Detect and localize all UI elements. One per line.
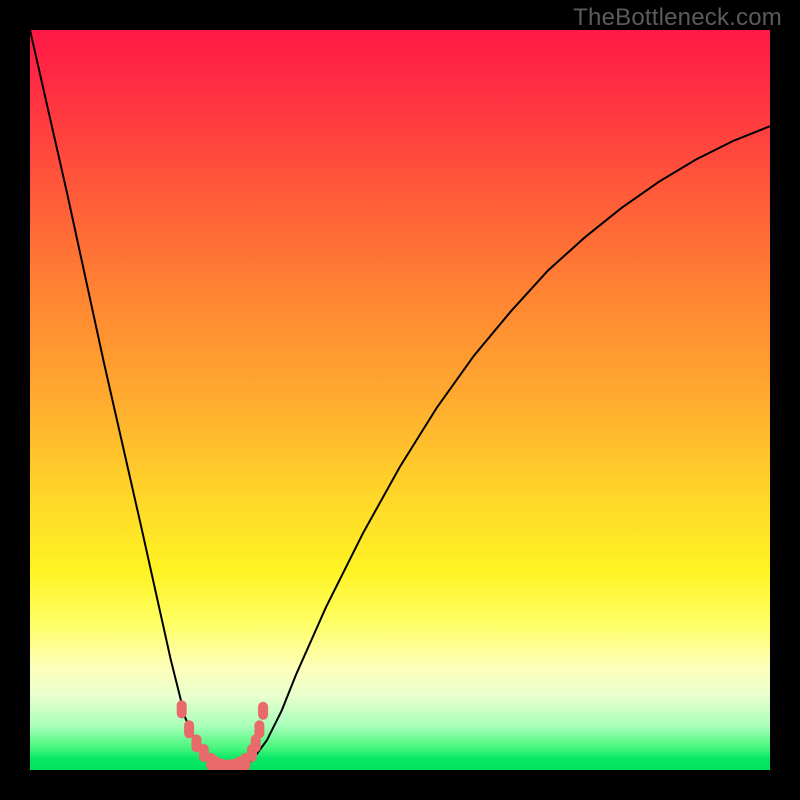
- highlight-point: [258, 702, 268, 720]
- highlight-point: [177, 700, 187, 718]
- bottleneck-curve: [30, 30, 770, 769]
- watermark-text: TheBottleneck.com: [573, 4, 782, 32]
- highlight-point: [254, 720, 264, 738]
- chart-svg: [30, 30, 770, 770]
- highlight-point: [184, 720, 194, 738]
- chart-plot-area: [30, 30, 770, 770]
- highlight-points-group: [177, 700, 268, 770]
